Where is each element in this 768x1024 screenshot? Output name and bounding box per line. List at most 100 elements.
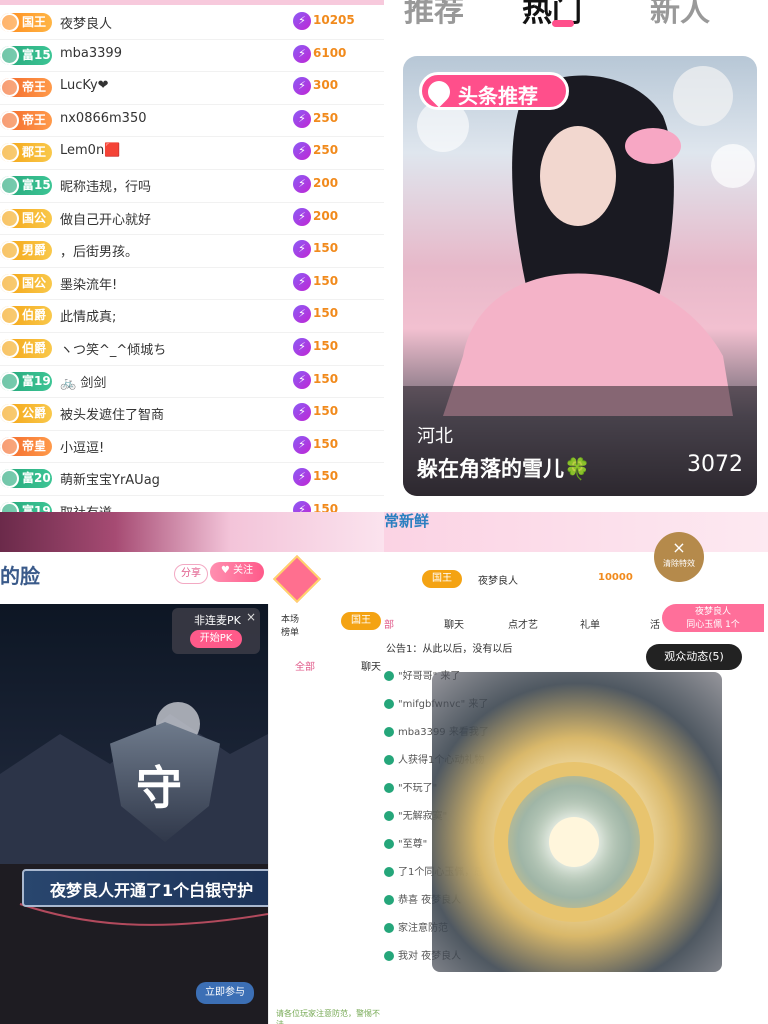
user-level-icon (384, 699, 394, 709)
chat-tab[interactable]: 点才艺 (508, 616, 538, 631)
ranking-row[interactable]: 伯爵 ヽつ笑^_^倾城ち ⚡ 150 (0, 332, 384, 366)
username: 做自己开心就好 (60, 212, 152, 228)
level-badge: 富19 (0, 502, 52, 512)
ranking-row[interactable]: 国公 墨染流年! ⚡ 150 (0, 267, 384, 301)
ranking-row[interactable]: 富19 🚲 剑剑 ⚡ 150 (0, 365, 384, 399)
badge-icon (0, 502, 19, 512)
badge-label: 公爵 (22, 406, 47, 421)
badge-icon (0, 45, 19, 65)
ranking-row[interactable]: 富15 mba3399 ⚡ 6100 (0, 39, 384, 73)
close-icon[interactable]: × (246, 610, 256, 624)
level-badge: 伯爵 (0, 306, 52, 326)
score-value: 200 (313, 208, 339, 223)
username: ヽつ笑^_^倾城ち (60, 343, 167, 358)
gift-user: 夜梦良人 (694, 607, 731, 617)
username: 🚲 剑剑 (60, 375, 107, 391)
live-room-left: 的脸 分享 ♥ 关注 守 夜梦良人开通了1个白银守护 非连麦PK × 开始PK … (0, 512, 384, 1024)
tab-recommend[interactable]: 推荐 (404, 0, 464, 30)
badge-label: 富15 (22, 47, 51, 62)
username: 昵称违规，行吗 (60, 180, 152, 195)
ranking-row[interactable]: 男爵 ，后街男孩。 ⚡ 150 (0, 234, 384, 268)
score-value: 250 (313, 143, 339, 158)
score-value: 150 (313, 404, 339, 419)
header-fragment: 常新鲜 (384, 512, 430, 530)
ranking-row[interactable]: 帝王 nx0866m350 ⚡ 250 (0, 104, 384, 138)
gift-diamond-icon[interactable] (272, 554, 322, 604)
user-level-icon (384, 951, 394, 961)
lightning-icon: ⚡ (293, 207, 311, 226)
ranking-row[interactable]: 郡王 Lem0n🟥 ⚡ 250 (0, 136, 384, 170)
user-rank-badge: 国王 (341, 612, 381, 630)
user-level-icon (384, 671, 394, 681)
lightning-icon: ⚡ (293, 305, 311, 324)
tab-all[interactable]: 全部 (295, 658, 315, 673)
badge-icon (0, 110, 19, 130)
level-badge: 富15 (0, 176, 52, 195)
username: Lem0n🟥 (60, 143, 121, 159)
chat-message: "至尊" (384, 835, 427, 850)
pendant-glow (549, 817, 599, 867)
chat-text: "至尊" (398, 839, 428, 850)
badge-label: 富19 (22, 373, 51, 388)
chat-message: "不玩了" (384, 779, 437, 794)
score-value: 150 (313, 502, 339, 512)
badge-icon (0, 241, 19, 261)
lightning-icon: ⚡ (293, 370, 311, 389)
ranking-row[interactable]: 国公 做自己开心就好 ⚡ 200 (0, 202, 384, 236)
safety-notice: 请各位玩家注意防范，警惕不法 (276, 1009, 380, 1024)
follow-button[interactable]: ♥ 关注 (210, 562, 264, 582)
level-badge: 帝王 (0, 110, 52, 130)
lightning-icon: ⚡ (293, 338, 311, 356)
chat-tab[interactable]: 聊天 (444, 616, 464, 631)
announcement: 公告1：从此以后，没有以后 (386, 644, 513, 655)
headline-tag: 头条推荐 (419, 72, 569, 110)
chat-tab[interactable]: 礼单 (580, 616, 600, 631)
active-tab-indicator (552, 20, 574, 27)
level-badge: 国王 (0, 13, 52, 32)
user-level-icon (384, 783, 394, 793)
lightning-icon: ⚡ (293, 403, 311, 422)
badge-label: 帝皇 (22, 438, 47, 453)
level-badge: 帝皇 (0, 436, 52, 456)
user-level-icon (384, 727, 394, 737)
share-button[interactable]: 分享 (174, 564, 208, 584)
chat-tab[interactable]: 活 (650, 616, 660, 631)
tab-new[interactable]: 新人 (650, 0, 710, 30)
ranking-row[interactable]: 富19 取社有道 ⚡150 (0, 495, 384, 512)
lightning-icon: ⚡ (293, 109, 311, 128)
badge-icon (0, 306, 19, 326)
badge-label: 男爵 (22, 243, 47, 258)
clear-effects-button[interactable]: × 清除特效 (654, 532, 704, 582)
featured-stream-card[interactable]: 头条推荐 河北 躲在角落的雪儿🍀 3072 (403, 56, 757, 496)
username: 夜梦良人 (60, 17, 113, 32)
heart-icon: ♥ (220, 565, 230, 576)
badge-label: 郡王 (22, 145, 47, 160)
ranking-row[interactable]: 帝皇 小逗逗! ⚡ 150 (0, 430, 384, 464)
ranking-row[interactable]: 富20 萌新宝宝YrAUag ⚡ 150 (0, 462, 384, 496)
start-pk-button[interactable]: 开始PK (190, 630, 242, 648)
rank-label[interactable]: 本场榜单 (281, 612, 307, 638)
lightning-icon: ⚡ (293, 142, 311, 161)
badge-icon (0, 208, 19, 228)
level-badge: 男爵 (0, 241, 52, 261)
chat-tabs: 部 聊天 点才艺 礼单 活 (384, 616, 674, 634)
lightning-icon: ⚡ (293, 77, 311, 96)
badge-label: 帝王 (22, 80, 47, 95)
badge-icon (0, 469, 19, 489)
badge-icon (0, 13, 19, 32)
ranking-row[interactable]: 国王 夜梦良人 ⚡ 10205 (0, 6, 384, 40)
ranking-row[interactable]: 伯爵 此情成真; ⚡ 150 (0, 299, 384, 333)
level-badge: 富20 (0, 469, 52, 489)
chat-tab[interactable]: 部 (384, 616, 394, 631)
portrait-illustration (403, 66, 757, 496)
badge-icon (0, 78, 19, 98)
ranking-row[interactable]: 公爵 被头发遮住了智商 ⚡ 150 (0, 397, 384, 431)
join-button[interactable]: 立即参与 (196, 982, 254, 1004)
tab-chat[interactable]: 聊天 (361, 658, 381, 673)
badge-icon (0, 339, 19, 358)
badge-icon (0, 371, 19, 391)
ranking-row[interactable]: 富15 昵称违规，行吗 ⚡ 200 (0, 169, 384, 203)
audience-activity-button[interactable]: 观众动态(5) (646, 644, 742, 670)
user-level-icon (384, 755, 394, 765)
ranking-row[interactable]: 帝王 LucKy❤ ⚡ 300 (0, 71, 384, 105)
